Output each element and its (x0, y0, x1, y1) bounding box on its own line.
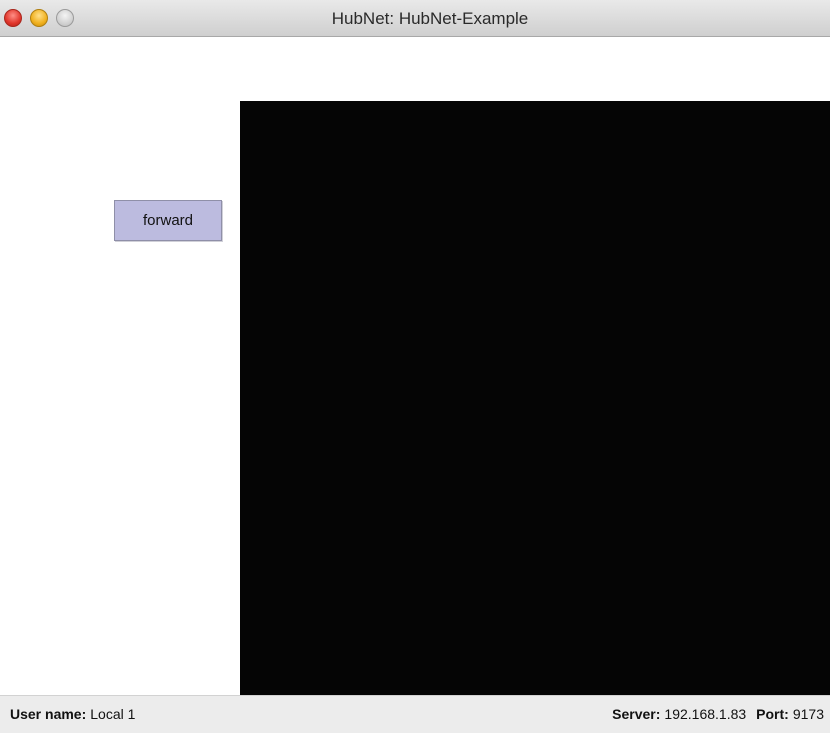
user-name-status: User name: Local 1 (10, 696, 135, 733)
user-name-value: Local 1 (90, 706, 136, 722)
server-label: Server: (612, 706, 661, 722)
title-bar[interactable]: HubNet: HubNet-Example (0, 0, 830, 37)
status-bar: User name: Local 1 Server: 192.168.1.83 Por… (0, 695, 830, 733)
client-area: forward (0, 37, 830, 695)
port-value: 9173 (792, 706, 824, 722)
forward-button[interactable]: forward (114, 200, 222, 241)
user-name-label: User name: (10, 706, 87, 722)
hubnet-client-window: HubNet: HubNet-Example forward User name… (0, 0, 830, 733)
window-title: HubNet: HubNet-Example (331, 9, 529, 28)
world-view[interactable] (240, 101, 830, 695)
server-status: Server: 192.168.1.83 Port: 9173 (612, 696, 824, 733)
server-value: 192.168.1.83 (664, 706, 747, 722)
port-label: Port: (756, 706, 789, 722)
